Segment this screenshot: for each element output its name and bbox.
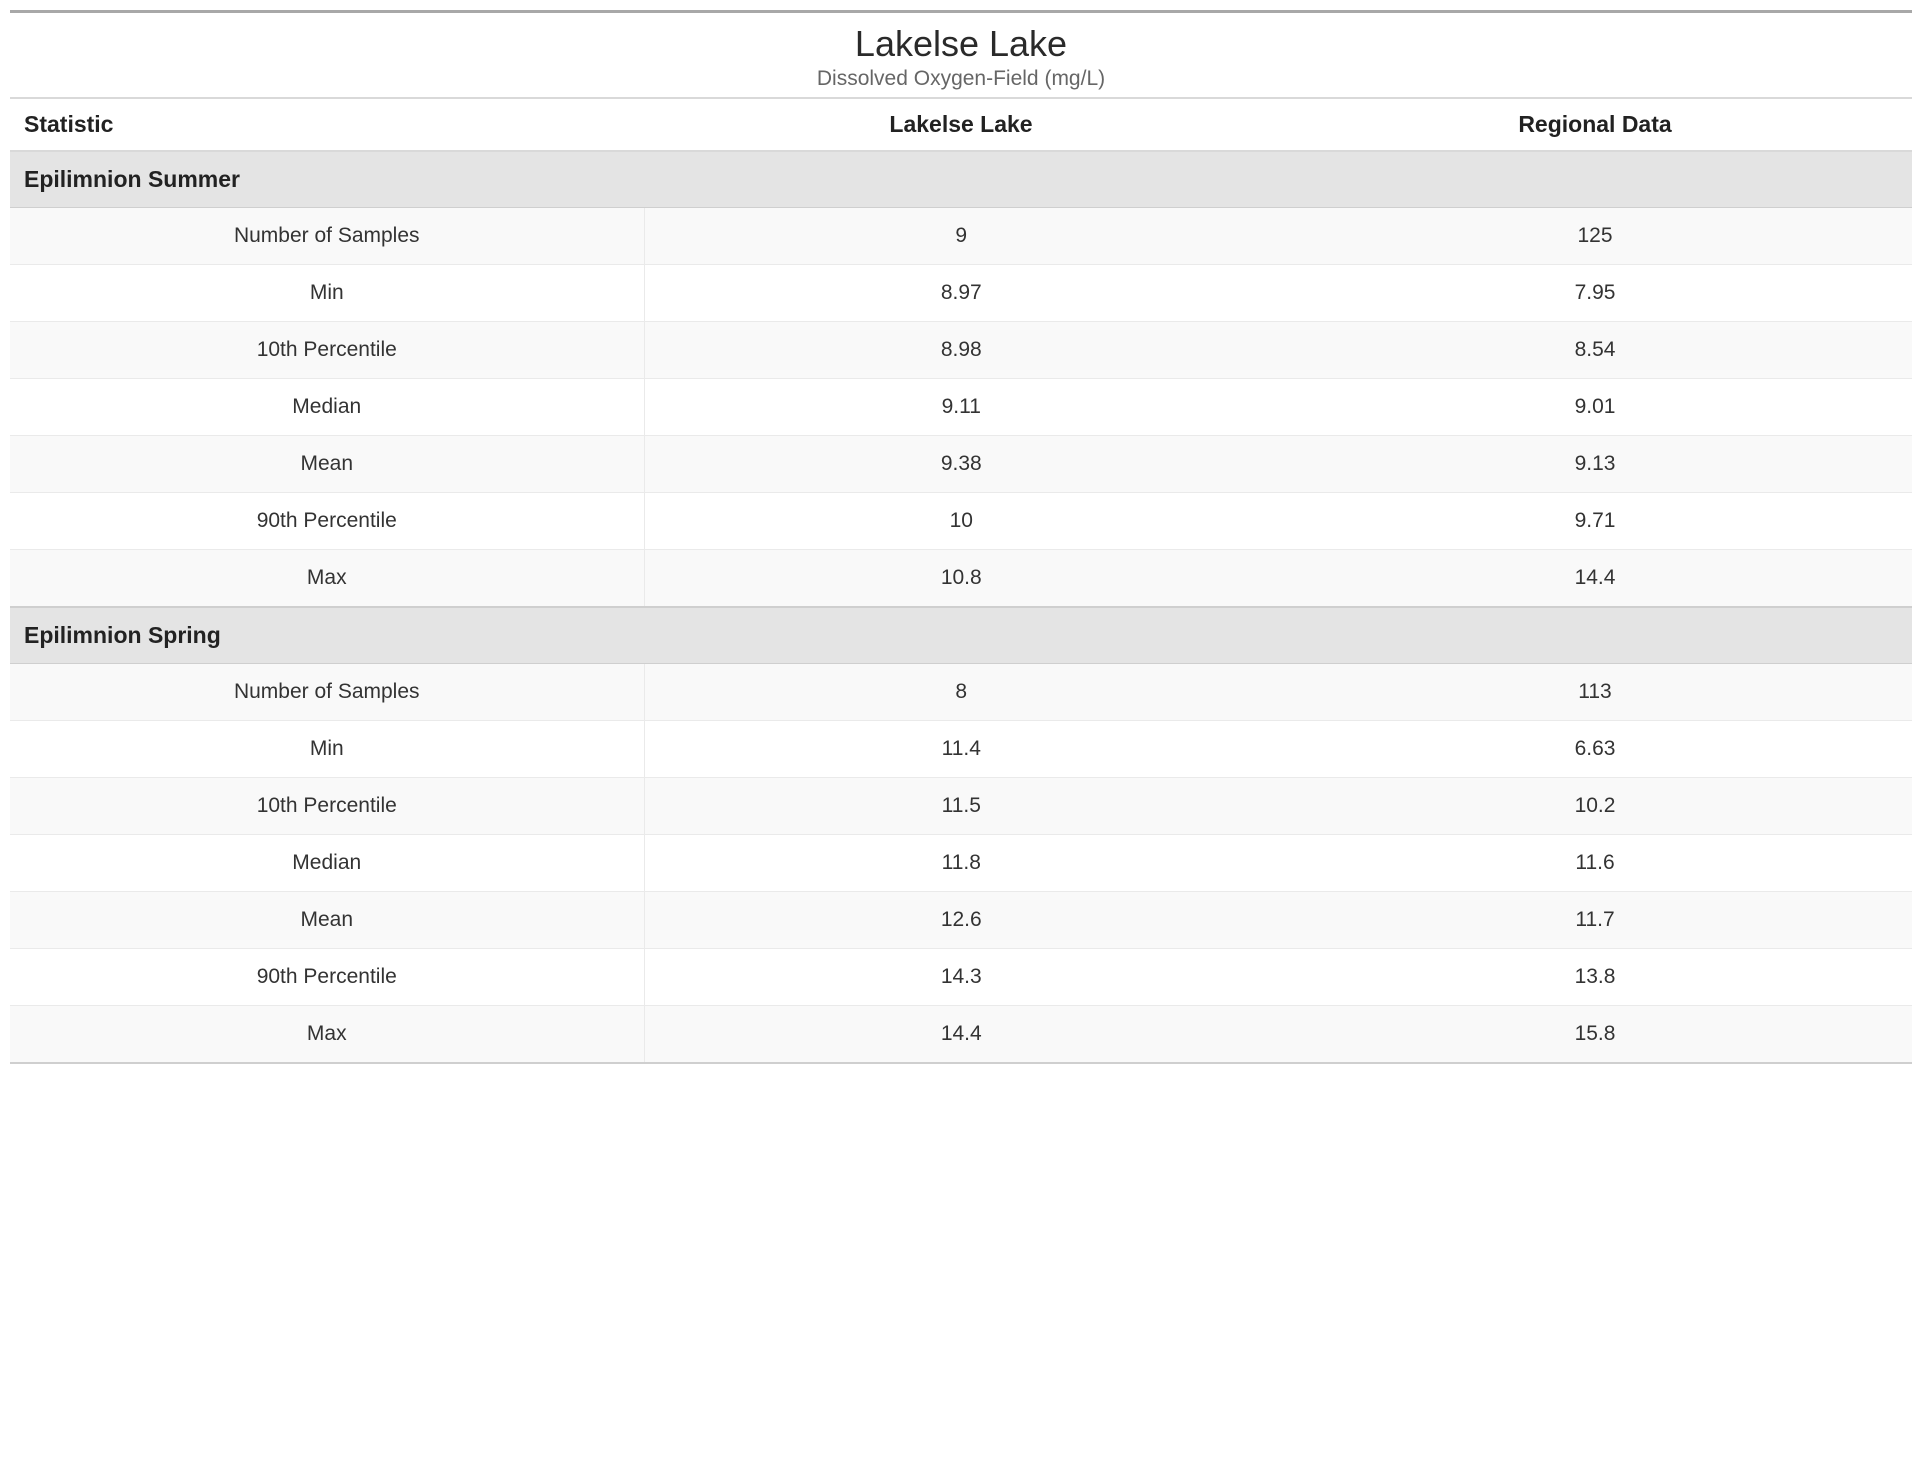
stat-label: 10th Percentile (10, 322, 644, 379)
stat-value-regional: 11.7 (1278, 892, 1912, 949)
stat-value-site: 8.98 (644, 322, 1278, 379)
stat-label: Mean (10, 892, 644, 949)
col-header-statistic: Statistic (10, 99, 644, 151)
stat-value-site: 9 (644, 208, 1278, 265)
col-header-regional: Regional Data (1278, 99, 1912, 151)
stat-value-regional: 10.2 (1278, 778, 1912, 835)
stat-value-regional: 113 (1278, 664, 1912, 721)
stat-value-regional: 8.54 (1278, 322, 1912, 379)
stat-label: 90th Percentile (10, 949, 644, 1006)
stat-value-site: 9.38 (644, 436, 1278, 493)
stat-value-site: 10 (644, 493, 1278, 550)
stat-value-regional: 14.4 (1278, 550, 1912, 608)
stat-value-regional: 6.63 (1278, 721, 1912, 778)
stat-label: Max (10, 1006, 644, 1064)
stats-table: Statistic Lakelse Lake Regional Data Epi… (10, 99, 1912, 1064)
stat-value-site: 11.5 (644, 778, 1278, 835)
stat-value-regional: 15.8 (1278, 1006, 1912, 1064)
section-header: Epilimnion Spring (10, 607, 1912, 664)
stat-value-regional: 9.13 (1278, 436, 1912, 493)
stat-value-site: 11.4 (644, 721, 1278, 778)
stat-value-regional: 125 (1278, 208, 1912, 265)
stat-value-site: 8.97 (644, 265, 1278, 322)
stat-value-regional: 7.95 (1278, 265, 1912, 322)
stat-label: Max (10, 550, 644, 608)
stat-value-site: 12.6 (644, 892, 1278, 949)
stat-value-site: 14.3 (644, 949, 1278, 1006)
stat-value-site: 8 (644, 664, 1278, 721)
stat-label: 90th Percentile (10, 493, 644, 550)
stat-value-regional: 9.71 (1278, 493, 1912, 550)
page-title: Lakelse Lake (10, 23, 1912, 65)
stat-label: Median (10, 379, 644, 436)
stat-value-regional: 11.6 (1278, 835, 1912, 892)
stat-label: Median (10, 835, 644, 892)
col-header-site: Lakelse Lake (644, 99, 1278, 151)
table-header-block: Lakelse Lake Dissolved Oxygen-Field (mg/… (10, 13, 1912, 99)
stat-label: 10th Percentile (10, 778, 644, 835)
stat-value-site: 9.11 (644, 379, 1278, 436)
page-subtitle: Dissolved Oxygen-Field (mg/L) (10, 67, 1912, 91)
stat-value-regional: 13.8 (1278, 949, 1912, 1006)
section-header: Epilimnion Summer (10, 151, 1912, 208)
stat-label: Min (10, 721, 644, 778)
stat-label: Number of Samples (10, 664, 644, 721)
stat-value-site: 11.8 (644, 835, 1278, 892)
stat-value-regional: 9.01 (1278, 379, 1912, 436)
stat-label: Mean (10, 436, 644, 493)
stat-label: Number of Samples (10, 208, 644, 265)
stat-value-site: 14.4 (644, 1006, 1278, 1064)
stat-value-site: 10.8 (644, 550, 1278, 608)
stat-label: Min (10, 265, 644, 322)
